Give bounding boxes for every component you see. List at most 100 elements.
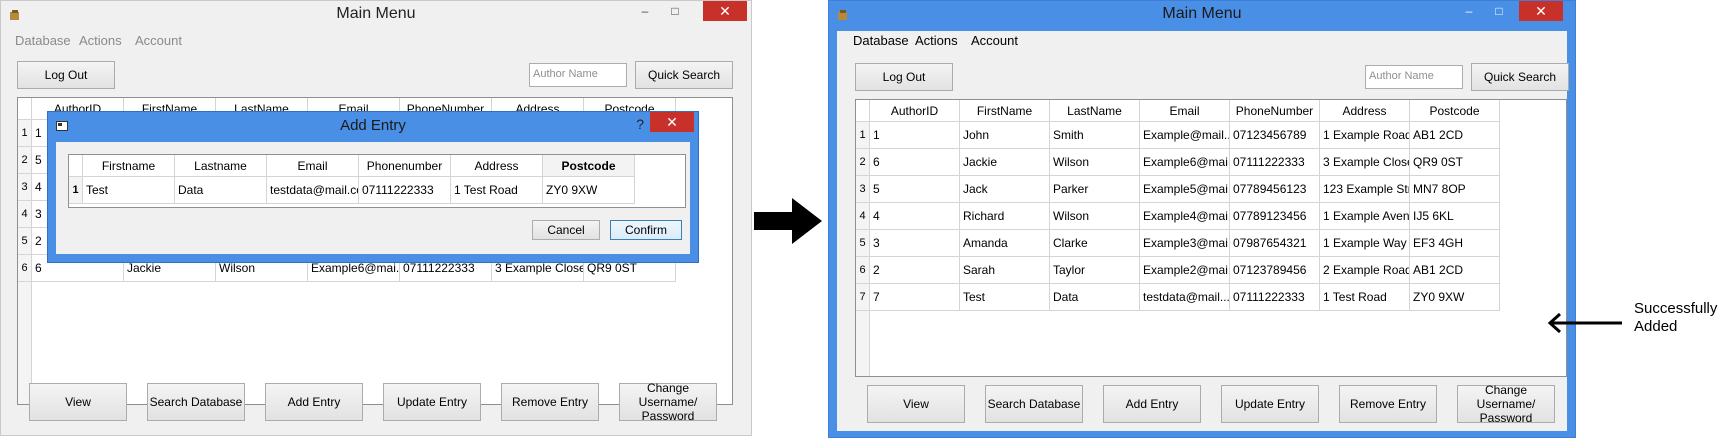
minimize-icon[interactable]: ‒	[1455, 1, 1483, 21]
table-cell[interactable]: Wilson	[1050, 203, 1140, 230]
column-header[interactable]: Email	[1140, 100, 1230, 122]
column-header[interactable]: Phonenumber	[359, 155, 451, 177]
column-header[interactable]: Lastname	[175, 155, 267, 177]
menu-actions[interactable]: Actions	[79, 33, 122, 48]
table-cell[interactable]: 123 Example Str...	[1320, 176, 1410, 203]
row-header[interactable]: 4	[18, 201, 32, 228]
table-cell[interactable]: 7	[870, 284, 960, 311]
table-cell[interactable]: IJ5 6KL	[1410, 203, 1500, 230]
table-cell[interactable]: 07111222333	[1230, 149, 1320, 176]
row-header[interactable]: 6	[18, 255, 32, 282]
dialog-close-icon[interactable]: ✕	[650, 112, 694, 132]
table-cell[interactable]: 2	[870, 257, 960, 284]
column-header[interactable]: LastName	[1050, 100, 1140, 122]
table-corner[interactable]	[18, 98, 32, 120]
table-cell[interactable]: Wilson	[1050, 149, 1140, 176]
view-button[interactable]: View	[29, 383, 127, 421]
table-cell[interactable]: ZY0 9XW	[1410, 284, 1500, 311]
table-cell[interactable]: 1	[870, 122, 960, 149]
table-cell[interactable]: MN7 8OP	[1410, 176, 1500, 203]
table-cell[interactable]: 1 Example Aven...	[1320, 203, 1410, 230]
log-out-button[interactable]: Log Out	[855, 63, 953, 91]
author-name-search-input[interactable]: Author Name	[529, 63, 627, 87]
column-header[interactable]: AuthorID	[870, 100, 960, 122]
table-cell[interactable]: 3	[870, 230, 960, 257]
menu-account[interactable]: Account	[135, 33, 182, 48]
table-cell[interactable]: Example6@mai...	[1140, 149, 1230, 176]
remove-entry-button[interactable]: Remove Entry	[1339, 385, 1437, 423]
column-header[interactable]: Postcode	[1410, 100, 1500, 122]
close-icon[interactable]: ✕	[703, 1, 747, 21]
table-cell[interactable]: John	[960, 122, 1050, 149]
maximize-icon[interactable]: □	[661, 1, 689, 21]
author-name-search-input[interactable]: Author Name	[1365, 65, 1463, 89]
row-header[interactable]: 4	[856, 203, 870, 230]
table-cell[interactable]: Sarah	[960, 257, 1050, 284]
table-cell[interactable]: Clarke	[1050, 230, 1140, 257]
row-header[interactable]: 7	[856, 284, 870, 311]
table-corner[interactable]	[69, 155, 83, 177]
table-cell[interactable]: 07123456789	[1230, 122, 1320, 149]
table-cell[interactable]: Jackie	[960, 149, 1050, 176]
update-entry-button[interactable]: Update Entry	[1221, 385, 1319, 423]
cancel-button[interactable]: Cancel	[532, 220, 600, 240]
table-cell[interactable]: 07123789456	[1230, 257, 1320, 284]
row-header[interactable]: 1	[18, 120, 32, 147]
help-icon[interactable]: ?	[636, 116, 644, 132]
table-cell[interactable]: 3 Example Close	[1320, 149, 1410, 176]
row-header[interactable]: 5	[856, 230, 870, 257]
table-cell[interactable]: testdata@mail.com	[267, 177, 359, 204]
quick-search-button[interactable]: Quick Search	[635, 61, 733, 89]
confirm-button[interactable]: Confirm	[610, 220, 682, 240]
table-cell[interactable]: 1 Test Road	[451, 177, 543, 204]
menu-account[interactable]: Account	[971, 33, 1018, 48]
table-cell[interactable]: 07111222333	[359, 177, 451, 204]
table-cell[interactable]: Example2@mai...	[1140, 257, 1230, 284]
table-cell[interactable]: Data	[175, 177, 267, 204]
close-icon[interactable]: ✕	[1519, 1, 1563, 21]
table-cell[interactable]: Amanda	[960, 230, 1050, 257]
column-header[interactable]: Address	[451, 155, 543, 177]
column-header[interactable]: Postcode	[543, 155, 635, 177]
table-cell[interactable]: Jack	[960, 176, 1050, 203]
table-cell[interactable]: Example5@mai...	[1140, 176, 1230, 203]
table-cell[interactable]: Example3@mai...	[1140, 230, 1230, 257]
table-cell[interactable]: ZY0 9XW	[543, 177, 635, 204]
table-cell[interactable]: 07111222333	[1230, 284, 1320, 311]
table-cell[interactable]: Example@mail....	[1140, 122, 1230, 149]
table-cell[interactable]: 07789123456	[1230, 203, 1320, 230]
change-username-password-button[interactable]: Change Username/ Password	[619, 381, 717, 423]
table-cell[interactable]: 07987654321	[1230, 230, 1320, 257]
column-header[interactable]: PhoneNumber	[1230, 100, 1320, 122]
search-database-button[interactable]: Search Database	[985, 385, 1083, 423]
table-corner[interactable]	[856, 100, 870, 122]
table-cell[interactable]: Data	[1050, 284, 1140, 311]
row-header[interactable]: 3	[856, 176, 870, 203]
table-cell[interactable]: 5	[870, 176, 960, 203]
table-cell[interactable]: AB1 2CD	[1410, 257, 1500, 284]
table-cell[interactable]: Richard	[960, 203, 1050, 230]
log-out-button[interactable]: Log Out	[17, 61, 115, 89]
minimize-icon[interactable]: ‒	[631, 1, 659, 21]
row-header[interactable]: 2	[856, 149, 870, 176]
menu-database[interactable]: Database	[15, 33, 71, 48]
table-cell[interactable]: Example4@mai...	[1140, 203, 1230, 230]
new-entry-table[interactable]: Firstname Lastname Email Phonenumber Address…	[68, 154, 686, 208]
view-button[interactable]: View	[867, 385, 965, 423]
table-cell[interactable]: EF3 4GH	[1410, 230, 1500, 257]
table-cell[interactable]: Smith	[1050, 122, 1140, 149]
table-cell[interactable]: 4	[870, 203, 960, 230]
table-cell[interactable]: QR9 0ST	[1410, 149, 1500, 176]
column-header[interactable]: Address	[1320, 100, 1410, 122]
row-header[interactable]: 3	[18, 174, 32, 201]
row-header[interactable]: 2	[18, 147, 32, 174]
search-database-button[interactable]: Search Database	[147, 383, 245, 421]
table-cell[interactable]: 1 Example Road	[1320, 122, 1410, 149]
table-cell[interactable]: Test	[960, 284, 1050, 311]
remove-entry-button[interactable]: Remove Entry	[501, 383, 599, 421]
menu-database[interactable]: Database	[853, 33, 909, 48]
authors-table[interactable]: AuthorID FirstName LastName Email PhoneNumbe…	[855, 99, 1567, 377]
table-cell[interactable]: 1 Example Way	[1320, 230, 1410, 257]
add-entry-button[interactable]: Add Entry	[265, 383, 363, 421]
table-cell[interactable]: Test	[83, 177, 175, 204]
